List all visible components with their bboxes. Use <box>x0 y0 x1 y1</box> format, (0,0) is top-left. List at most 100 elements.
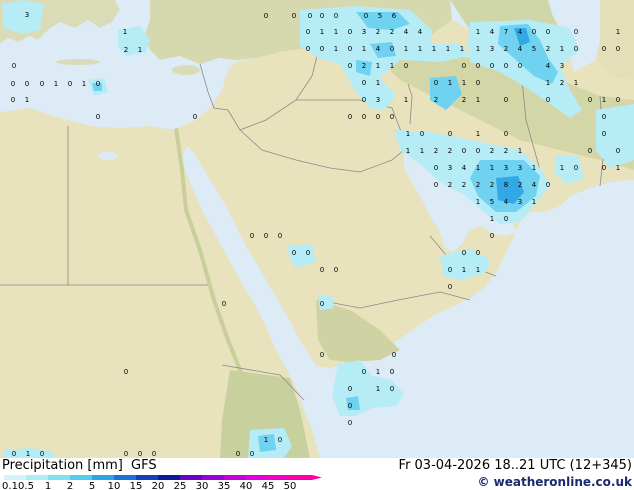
precip-value-169: 0 <box>348 402 352 410</box>
precip-value-78: 0 <box>476 62 480 70</box>
precip-value-148: 0 <box>448 266 452 274</box>
precip-value-14: 0 <box>96 113 100 121</box>
precip-value-25: 1 <box>320 28 324 36</box>
precip-value-86: 1 <box>462 79 466 87</box>
precip-value-123: 3 <box>518 164 522 172</box>
precip-value-56: 0 <box>362 113 366 121</box>
precip-value-40: 1 <box>404 45 408 53</box>
legend-swatch-6 <box>136 475 158 480</box>
footer-bar: Precipitation [mm] GFS Fr 03-04-2026 18.… <box>0 458 634 490</box>
legend-label-12: 45 <box>262 481 275 490</box>
precip-value-116: 0 <box>616 147 620 155</box>
precip-value-3: 1 <box>138 46 142 54</box>
precip-value-178: 0 <box>138 450 142 458</box>
precip-value-143: 1 <box>490 215 494 223</box>
legend-swatch-4 <box>92 475 114 480</box>
precip-value-60: 4 <box>490 28 495 36</box>
precip-value-155: 0 <box>292 249 296 257</box>
precip-value-152: 0 <box>250 232 254 240</box>
precip-value-171: 0 <box>124 368 128 376</box>
precip-value-162: 0 <box>392 351 396 359</box>
precip-value-73: 1 <box>560 45 564 53</box>
legend-swatch-10 <box>224 475 246 480</box>
precip-value-7: 0 <box>40 80 44 88</box>
precip-value-87: 0 <box>476 79 480 87</box>
precip-value-16: 0 <box>264 12 268 20</box>
legend-label-10: 35 <box>218 481 231 490</box>
precip-value-77: 0 <box>462 62 466 70</box>
precip-value-23: 6 <box>392 12 397 20</box>
precip-value-30: 2 <box>390 28 394 36</box>
precip-value-66: 1 <box>616 28 620 36</box>
precip-value-174: 0 <box>12 450 16 458</box>
precip-value-161: 0 <box>320 351 324 359</box>
legend-label-1: 0.5 <box>18 481 34 490</box>
precip-value-89: 2 <box>560 79 564 87</box>
precip-value-83: 3 <box>560 62 564 70</box>
precip-value-34: 0 <box>320 45 324 53</box>
precip-value-94: 0 <box>504 96 508 104</box>
precip-value-46: 2 <box>362 62 366 70</box>
precip-value-144: 0 <box>504 215 508 223</box>
precip-value-168: 0 <box>390 385 394 393</box>
precip-value-33: 0 <box>306 45 310 53</box>
precip-value-122: 3 <box>504 164 508 172</box>
precip-value-159: 0 <box>222 300 226 308</box>
legend-label-0: 0.1 <box>2 481 18 490</box>
precip-value-112: 2 <box>490 147 494 155</box>
precip-value-130: 2 <box>448 181 452 189</box>
precip-value-127: 0 <box>602 164 606 172</box>
precip-value-8: 1 <box>54 80 58 88</box>
precip-value-172: 1 <box>264 436 268 444</box>
precip-value-177: 0 <box>124 450 128 458</box>
precip-value-113: 2 <box>504 147 508 155</box>
precip-value-141: 3 <box>518 198 522 206</box>
precip-value-134: 8 <box>504 181 508 189</box>
precip-value-110: 0 <box>462 147 466 155</box>
precip-value-180: 0 <box>236 450 240 458</box>
precip-value-32: 4 <box>418 28 423 36</box>
precip-value-43: 1 <box>446 45 450 53</box>
precip-value-35: 1 <box>334 45 338 53</box>
precip-value-146: 0 <box>462 249 466 257</box>
lake-nasser <box>98 152 118 160</box>
precip-value-106: 1 <box>406 147 410 155</box>
precip-value-105: 0 <box>602 130 606 138</box>
precip-value-11: 0 <box>96 80 100 88</box>
precip-value-31: 4 <box>404 28 409 36</box>
weather-map: 3 1 2 1 0 0 0 0 1 0 1 0 0 1 0 0 0 0 0 0 0 0 5 6 0 1 1 0 3 2 2 4 4 0 0 1 0 1 4 0… <box>0 0 634 458</box>
precip-value-13: 1 <box>25 96 29 104</box>
precip-value-19: 0 <box>320 12 324 20</box>
precip-value-27: 0 <box>348 28 352 36</box>
precip-value-147: 0 <box>476 249 480 257</box>
precip-value-88: 1 <box>546 79 550 87</box>
legend-label-9: 30 <box>196 481 209 490</box>
precip-value-179: 0 <box>152 450 156 458</box>
precip-value-91: 2 <box>434 96 438 104</box>
precip-value-98: 0 <box>616 96 620 104</box>
legend-label-5: 10 <box>108 481 121 490</box>
precip-value-17: 0 <box>292 12 296 20</box>
precip-value-59: 1 <box>476 28 480 36</box>
map-canvas: 3 1 2 1 0 0 0 0 1 0 1 0 0 1 0 0 0 0 0 0 0 0 5 6 0 1 1 0 3 2 2 4 4 0 0 1 0 1 4 0… <box>0 0 634 458</box>
precip-value-119: 4 <box>462 164 467 172</box>
precip-value-1: 1 <box>123 28 127 36</box>
precip-value-136: 4 <box>532 181 537 189</box>
legend-label-13: 50 <box>284 481 297 490</box>
precip-value-132: 2 <box>476 181 480 189</box>
precip-value-90: 1 <box>574 79 578 87</box>
precip-value-156: 0 <box>306 249 310 257</box>
precip-value-72: 2 <box>546 45 550 53</box>
precip-value-128: 1 <box>616 164 620 172</box>
precip-value-53: 3 <box>376 96 380 104</box>
precip-value-36: 0 <box>348 45 352 53</box>
precip-value-138: 1 <box>476 198 480 206</box>
precip-value-37: 1 <box>362 45 366 53</box>
precip-value-65: 0 <box>574 28 578 36</box>
precip-value-71: 5 <box>532 45 536 53</box>
legend-swatch-11 <box>246 475 268 480</box>
precip-value-15: 0 <box>193 113 197 121</box>
precip-value-163: 0 <box>362 368 366 376</box>
precip-value-103: 1 <box>476 130 480 138</box>
precip-value-151: 0 <box>448 283 452 291</box>
